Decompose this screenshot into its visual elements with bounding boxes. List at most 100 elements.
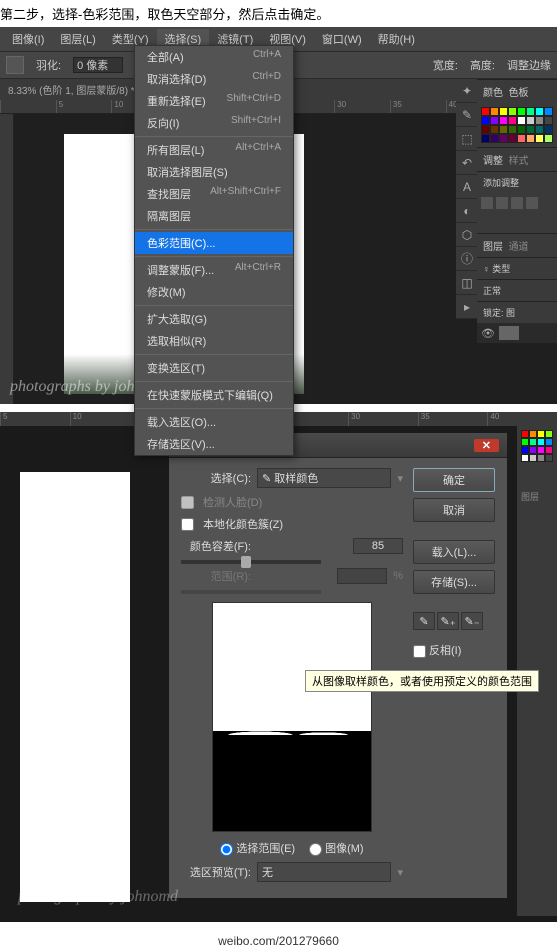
canvas-image-2[interactable]: [20, 472, 130, 902]
swatch[interactable]: [529, 438, 537, 446]
selection-preview[interactable]: [212, 602, 372, 832]
menu-item[interactable]: 变换选区(T): [135, 357, 293, 379]
menu-item[interactable]: 取消选择(D)Ctrl+D: [135, 68, 293, 90]
menu-item[interactable]: 取消选择图层(S): [135, 161, 293, 183]
layer-type-filter[interactable]: ♀ 类型: [477, 257, 557, 279]
menu-item[interactable]: 在快速蒙版模式下编辑(Q): [135, 384, 293, 406]
swatch[interactable]: [545, 438, 553, 446]
menu-help[interactable]: 帮助(H): [370, 29, 423, 49]
swatch[interactable]: [535, 125, 544, 134]
cancel-button[interactable]: 取消: [413, 498, 495, 522]
swatch[interactable]: [499, 116, 508, 125]
blend-mode[interactable]: 正常: [477, 279, 557, 301]
swatch[interactable]: [481, 125, 490, 134]
swatch[interactable]: [545, 454, 553, 462]
swatch[interactable]: [526, 107, 535, 116]
load-button[interactable]: 载入(L)...: [413, 540, 495, 564]
menu-item[interactable]: 扩大选取(G): [135, 308, 293, 330]
menu-window[interactable]: 窗口(W): [314, 29, 370, 49]
fuzziness-slider[interactable]: [181, 560, 321, 564]
menu-item[interactable]: 全部(A)Ctrl+A: [135, 46, 293, 68]
menu-image[interactable]: 图像(I): [4, 29, 52, 49]
adjust-preset-icon[interactable]: [511, 197, 523, 209]
swatch[interactable]: [544, 134, 553, 143]
menu-item[interactable]: 存储选区(V)...: [135, 433, 293, 455]
radio-image[interactable]: 图像(M): [309, 840, 364, 856]
swatch[interactable]: [537, 430, 545, 438]
visibility-icon[interactable]: 👁: [481, 327, 495, 340]
path-icon[interactable]: ⬡: [456, 223, 478, 247]
menu-item[interactable]: 所有图层(L)Alt+Ctrl+A: [135, 139, 293, 161]
swatch[interactable]: [535, 116, 544, 125]
swatch[interactable]: [526, 134, 535, 143]
ok-button[interactable]: 确定: [413, 468, 495, 492]
eyedropper-sub-icon[interactable]: ✎₋: [461, 612, 483, 630]
swatch[interactable]: [481, 116, 490, 125]
menu-item[interactable]: 重新选择(E)Shift+Ctrl+D: [135, 90, 293, 112]
swatch[interactable]: [517, 107, 526, 116]
menu-item[interactable]: 查找图层Alt+Shift+Ctrl+F: [135, 183, 293, 205]
save-button[interactable]: 存储(S)...: [413, 570, 495, 594]
swatch[interactable]: [521, 438, 529, 446]
invert-checkbox[interactable]: 反相(I): [413, 642, 495, 658]
adjust-tab[interactable]: 调整 样式: [477, 147, 557, 171]
swatch[interactable]: [535, 134, 544, 143]
detect-faces-checkbox[interactable]: [181, 496, 194, 509]
swatch[interactable]: [508, 107, 517, 116]
swatch[interactable]: [517, 134, 526, 143]
swatch[interactable]: [544, 125, 553, 134]
select-dropdown[interactable]: ✎ 取样颜色: [257, 468, 391, 488]
swatch[interactable]: [529, 454, 537, 462]
swatch[interactable]: [508, 134, 517, 143]
swatch[interactable]: [490, 107, 499, 116]
eyedropper-icon[interactable]: ✎: [413, 612, 435, 630]
localized-checkbox[interactable]: [181, 518, 194, 531]
swatch[interactable]: [508, 116, 517, 125]
swatch[interactable]: [499, 125, 508, 134]
menu-layer[interactable]: 图层(L): [52, 29, 103, 49]
menu-item[interactable]: 修改(M): [135, 281, 293, 303]
swatch[interactable]: [535, 107, 544, 116]
swatch[interactable]: [537, 446, 545, 454]
info-icon[interactable]: ⓘ: [456, 247, 478, 271]
swatch[interactable]: [544, 107, 553, 116]
swatch[interactable]: [490, 116, 499, 125]
menu-item[interactable]: 隔离图层: [135, 205, 293, 227]
radio-selection[interactable]: 选择范围(E): [220, 840, 295, 856]
swatches-icon[interactable]: ✦: [456, 79, 478, 103]
swatch[interactable]: [529, 446, 537, 454]
adjust-preset-icon[interactable]: [526, 197, 538, 209]
marquee-tool-icon[interactable]: [6, 56, 24, 74]
swatch[interactable]: [545, 446, 553, 454]
swatch[interactable]: [499, 107, 508, 116]
swatch[interactable]: [517, 116, 526, 125]
adjust-preset-icon[interactable]: [496, 197, 508, 209]
swatch[interactable]: [490, 125, 499, 134]
swatch[interactable]: [517, 125, 526, 134]
swatch[interactable]: [529, 430, 537, 438]
nav-icon[interactable]: ◫: [456, 271, 478, 295]
menu-item[interactable]: 色彩范围(C)...: [135, 232, 293, 254]
layers-tab-2[interactable]: 图层: [517, 486, 557, 507]
swatch[interactable]: [481, 134, 490, 143]
layers-icon[interactable]: ⬚: [456, 127, 478, 151]
close-icon[interactable]: ✕: [474, 439, 499, 452]
swatch[interactable]: [499, 134, 508, 143]
swatch[interactable]: [508, 125, 517, 134]
menu-item[interactable]: 反向(I)Shift+Ctrl+I: [135, 112, 293, 134]
swatch[interactable]: [537, 438, 545, 446]
preview-dropdown[interactable]: 无: [257, 862, 391, 882]
swatch[interactable]: [545, 430, 553, 438]
char-icon[interactable]: A: [456, 175, 478, 199]
layer-thumbnail[interactable]: [499, 326, 519, 340]
adjust-preset-icon[interactable]: [481, 197, 493, 209]
swatch[interactable]: [521, 446, 529, 454]
swatch[interactable]: [521, 454, 529, 462]
swatch-tabs[interactable]: 颜色 色板: [477, 79, 557, 103]
eyedropper-add-icon[interactable]: ✎₊: [437, 612, 459, 630]
swatches-panel[interactable]: [477, 103, 557, 147]
swatch[interactable]: [544, 116, 553, 125]
menu-item[interactable]: 载入选区(O)...: [135, 411, 293, 433]
swatch[interactable]: [537, 454, 545, 462]
swatch[interactable]: [526, 125, 535, 134]
